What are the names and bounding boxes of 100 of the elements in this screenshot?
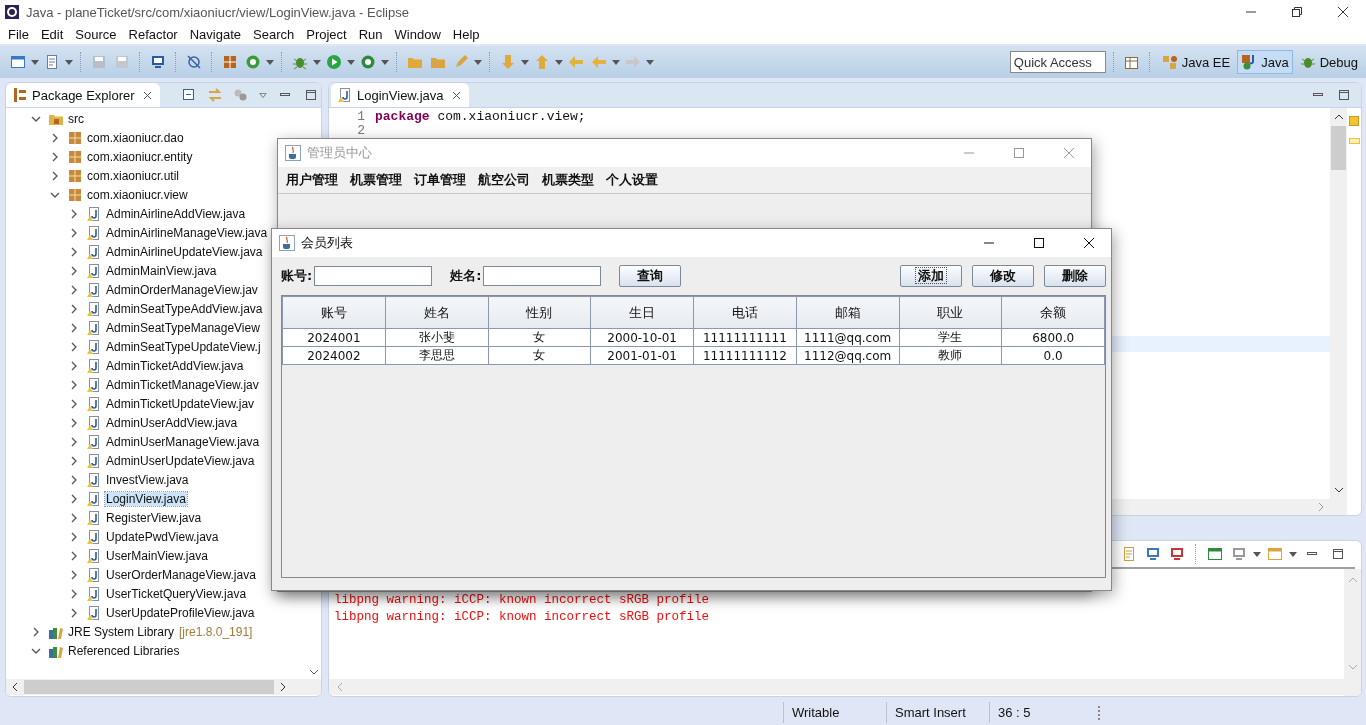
caret-icon[interactable] [1253,551,1261,557]
expand-chevron-icon[interactable] [31,626,41,637]
close-icon[interactable] [142,90,152,100]
menu-item[interactable]: Window [388,26,447,42]
menu-item[interactable]: 个人设置 [600,171,664,189]
input-field[interactable] [483,266,602,286]
caret-icon[interactable] [555,59,563,65]
expand-chevron-icon[interactable] [69,607,79,618]
tree-item[interactable]: LoginView.java [105,491,187,506]
expand-chevron-icon[interactable] [50,170,60,181]
menu-item[interactable]: Search [247,26,301,42]
scroll-left-icon[interactable] [10,682,20,692]
menu-item[interactable]: Help [446,26,486,42]
caret-icon[interactable] [65,59,73,65]
action-button[interactable]: 修改 [972,265,1034,287]
expand-chevron-icon[interactable] [69,550,79,561]
menu-item[interactable]: 用户管理 [280,171,344,189]
expand-chevron-icon[interactable] [69,455,79,466]
column-header[interactable]: 邮箱 [796,296,899,329]
scrollbar-thumb[interactable] [24,680,274,694]
expand-chevron-icon[interactable] [69,512,79,523]
maximize-icon[interactable] [1336,87,1352,103]
expand-chevron-icon[interactable] [69,265,79,276]
tree-item[interactable]: AdminUserManageView.java [105,434,261,449]
restore-icon[interactable] [1291,6,1303,18]
expand-chevron-icon[interactable] [69,303,79,314]
menu-item[interactable]: 订单管理 [408,171,472,189]
scroll-right-icon[interactable] [278,682,288,692]
tree-item[interactable]: AdminUserUpdateView.java [105,453,256,468]
menu-item[interactable]: File [2,26,35,42]
close-icon[interactable] [1083,237,1095,249]
caret-icon[interactable] [381,59,389,65]
tree-item[interactable]: AdminMainView.java [105,263,218,278]
monitor-icon[interactable] [1145,546,1161,562]
tree-item[interactable]: com.xiaoniucr.dao [86,130,185,145]
monitor-icon[interactable] [1169,546,1185,562]
maximize-icon[interactable] [1330,546,1346,562]
menu-item[interactable]: 航空公司 [472,171,536,189]
tree-item[interactable]: AdminTicketManageView.jav [105,377,260,392]
tree-item[interactable]: AdminTicketUpdateView.jav [105,396,256,411]
perspective-button[interactable]: Java EE [1157,50,1235,74]
tree-item[interactable]: src [67,111,85,126]
expand-chevron-icon[interactable] [69,493,79,504]
tree-item[interactable]: AdminUserAddView.java [105,415,239,430]
caret-icon[interactable] [266,59,274,65]
menu-item[interactable]: Project [300,26,353,42]
column-header[interactable]: 姓名 [385,296,488,329]
play-icon[interactable] [326,54,342,70]
expand-chevron-icon[interactable] [69,474,79,485]
close-icon[interactable] [451,90,461,100]
tree-item[interactable]: UserOrderManageView.java [105,567,257,582]
expand-chevron-icon[interactable] [50,151,60,162]
caret-icon[interactable] [521,59,529,65]
ring-icon[interactable] [245,54,261,70]
expand-chevron-icon[interactable] [69,417,79,428]
maximize-icon[interactable] [1033,237,1045,249]
document-icon[interactable] [44,54,60,70]
menu-item[interactable]: Refactor [122,26,184,42]
menu-item[interactable]: Edit [34,26,70,42]
monitor-icon[interactable] [1231,546,1247,562]
view-menu-icon[interactable] [258,92,267,98]
column-header[interactable]: 账号 [282,296,386,329]
tree-item[interactable]: UserUpdateProfileView.java [105,605,256,620]
tree-item[interactable]: AdminSeatTypeAddView.java [105,301,264,316]
tree-item[interactable]: Referenced Libraries [67,643,181,658]
caret-icon[interactable] [474,59,482,65]
monitor-icon[interactable] [150,54,166,70]
tree-item[interactable]: AdminOrderManageView.jav [105,282,259,297]
column-header[interactable]: 电话 [693,296,797,329]
tree-item[interactable]: com.xiaoniucr.util [86,168,181,183]
java-file-icon[interactable] [337,87,353,103]
package-explorer-tab[interactable]: Package Explorer [6,83,160,107]
expand-chevron-icon[interactable] [69,341,79,352]
caret-icon[interactable] [646,59,654,65]
action-button[interactable]: 添加 [900,265,962,287]
tree-item[interactable]: com.xiaoniucr.entity [86,149,194,164]
tree-item[interactable]: UpdatePwdView.java [105,529,220,544]
close-icon[interactable] [1337,6,1349,18]
caret-icon[interactable] [31,59,39,65]
expand-chevron-icon[interactable] [69,208,79,219]
action-button[interactable]: 删除 [1044,265,1106,287]
scroll-up-icon[interactable] [1333,112,1344,122]
expand-chevron-icon[interactable] [69,360,79,371]
expand-chevron-icon[interactable] [69,322,79,333]
expand-chevron-icon[interactable] [69,531,79,542]
tree-item[interactable]: AdminAirlineAddView.java [105,206,247,221]
column-header[interactable]: 生日 [590,296,694,329]
scroll-down-icon[interactable] [309,667,319,677]
column-header[interactable]: 余额 [1001,296,1105,329]
scrollbar-thumb[interactable] [1331,126,1346,170]
caret-icon[interactable] [313,59,321,65]
tree-item[interactable]: AdminTicketAddView.java [105,358,245,373]
caret-icon[interactable] [1289,551,1297,557]
tree-item[interactable]: AdminAirlineUpdateView.java [105,244,264,259]
open-perspective-icon[interactable] [1123,54,1140,70]
tree-item[interactable]: InvestView.java [105,472,190,487]
collapse-all-icon[interactable] [180,87,197,103]
expand-chevron-icon[interactable] [69,284,79,295]
tree-item[interactable]: UserMainView.java [105,548,209,563]
caret-icon[interactable] [612,59,620,65]
